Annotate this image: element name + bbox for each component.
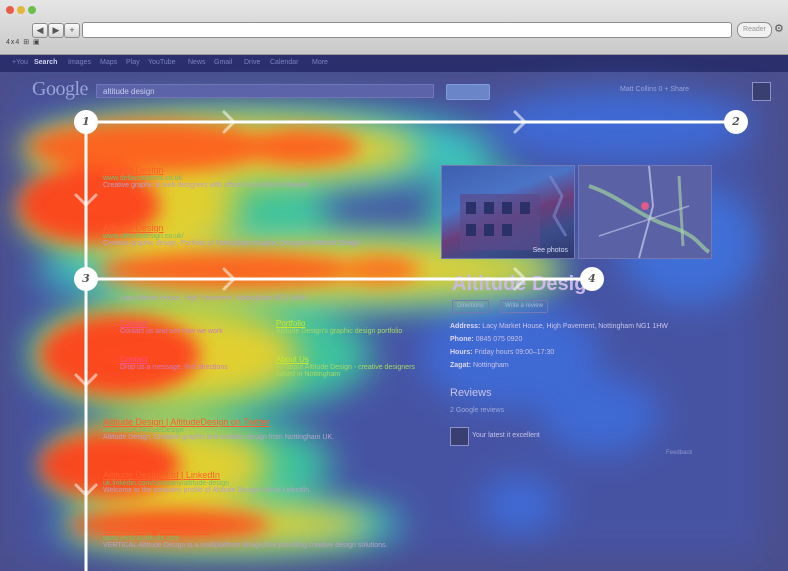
path-marker-2: 2: [724, 110, 748, 134]
browser-window: ◀ ▶ + Reader ⚙ 4x4 ⊞ ▣ +You Search Image…: [0, 0, 788, 571]
path-marker-4: 4: [580, 267, 604, 291]
reading-path-overlay: [74, 110, 738, 571]
path-marker-3: 3: [74, 267, 98, 291]
path-marker-1: 1: [74, 110, 98, 134]
